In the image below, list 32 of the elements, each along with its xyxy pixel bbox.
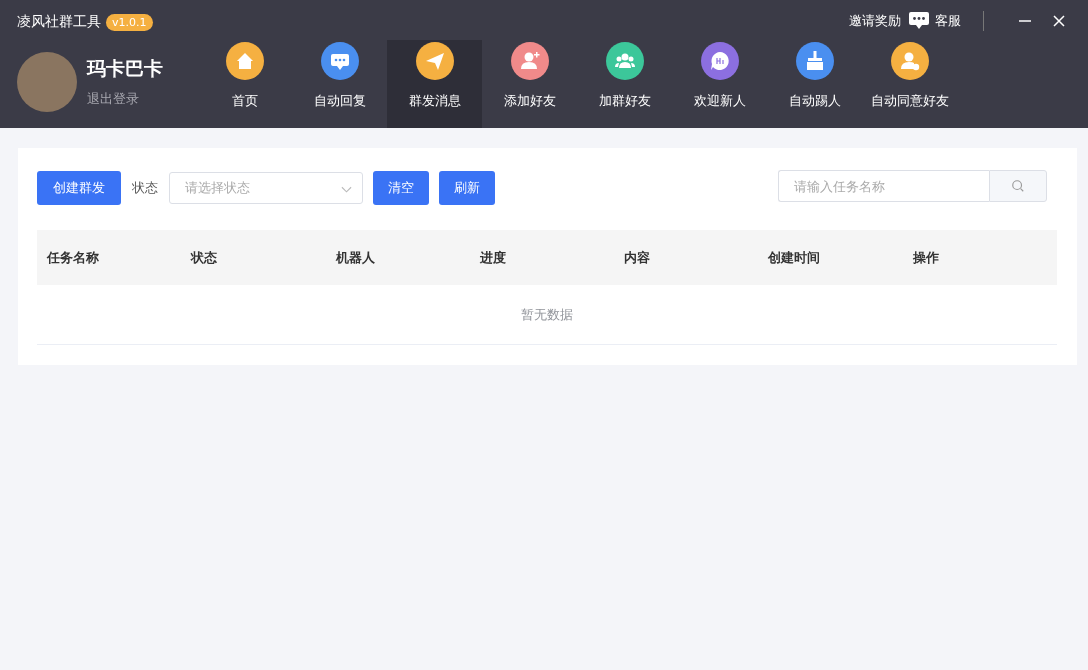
nav-tab[interactable]: 欢迎新人: [672, 40, 767, 128]
clear-button[interactable]: 清空: [373, 171, 429, 205]
column-header: 任务名称: [47, 248, 100, 267]
create-broadcast-button[interactable]: 创建群发: [37, 171, 121, 205]
search-field[interactable]: 请输入任务名称: [778, 170, 989, 202]
nav-tab[interactable]: 首页: [197, 40, 292, 128]
column-header: 机器人: [335, 248, 376, 267]
close-icon[interactable]: [1052, 14, 1066, 28]
chevron-down-icon: [341, 186, 352, 194]
nav-tab[interactable]: 自动踢人: [767, 40, 862, 128]
search-icon: [1011, 179, 1025, 193]
nav-tab[interactable]: 加群好友: [577, 40, 672, 128]
chat-bubble-icon: [909, 12, 929, 30]
empty-message: 暂无数据: [521, 305, 573, 324]
nav-tab[interactable]: 添加好友: [482, 40, 577, 128]
invite-link[interactable]: 邀请奖励: [849, 12, 901, 30]
nav-tab[interactable]: 群发消息: [387, 40, 482, 128]
version-badge: v1.0.1: [106, 13, 153, 31]
avatar-photo-placeholder: [17, 52, 77, 112]
column-header: 内容: [624, 248, 652, 267]
app-title: 凌风社群工具: [17, 13, 101, 31]
column-header: 状态: [191, 248, 219, 267]
support-link[interactable]: 客服: [909, 12, 961, 30]
column-header: 创建时间: [768, 248, 822, 267]
status-label: 状态: [132, 179, 158, 197]
column-header: 进度: [479, 248, 507, 267]
logout-link[interactable]: 退出登录: [87, 90, 163, 108]
refresh-button[interactable]: 刷新: [439, 171, 495, 205]
nav-tab[interactable]: 自动回复: [292, 40, 387, 128]
column-header: 操作: [912, 248, 940, 267]
nav-tab[interactable]: 自动同意好友: [862, 40, 957, 128]
user-name: 玛卡巴卡: [87, 56, 163, 81]
